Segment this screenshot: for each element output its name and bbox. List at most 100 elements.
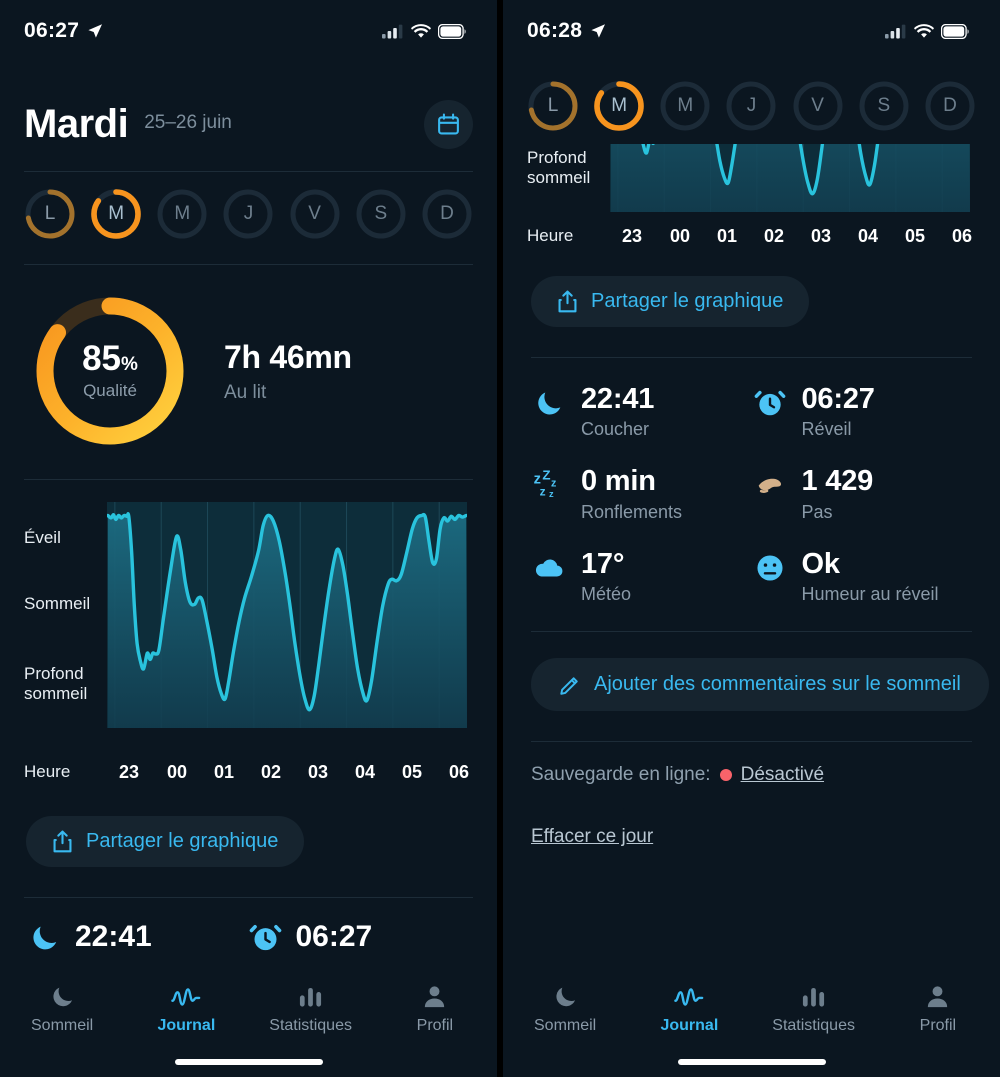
day-label: D	[943, 95, 957, 116]
quality-percent: 85%	[82, 339, 138, 378]
y-axis-label-sommeil: Sommeil	[24, 594, 91, 613]
sleep-chart: Éveil Sommeil Profond sommeil Heure 23 00…	[0, 480, 497, 790]
waveform-icon	[171, 988, 201, 1006]
day-label: M	[611, 95, 628, 116]
tab-label: Statistiques	[269, 1017, 352, 1034]
day-item-m-selected[interactable]: M	[593, 80, 645, 132]
stats-grid: 22:41 Coucher 06:27 Réveil z Z z z z 0 m…	[503, 358, 1000, 605]
status-bar: 06:28	[503, 0, 1000, 62]
tab-journal[interactable]: Journal	[627, 983, 751, 1035]
stat-text: 0 min Ronflements	[581, 466, 682, 522]
tab-sommeil[interactable]: Sommeil	[503, 983, 627, 1035]
share-icon	[53, 830, 72, 853]
day-label: S	[374, 203, 388, 224]
add-comments-label: Ajouter des commentaires sur le sommeil	[594, 673, 961, 696]
x-tick: 03	[307, 762, 329, 782]
tab-statistiques[interactable]: Statistiques	[249, 983, 373, 1035]
erase-day-link[interactable]: Effacer ce jour	[503, 786, 1000, 848]
day-item-s[interactable]: S	[858, 80, 910, 132]
sleep-chart-plot[interactable]	[107, 502, 467, 728]
right-screen: 06:28 L M M J V S D Profond sommeil Heur…	[503, 0, 1000, 1077]
day-label: V	[811, 95, 824, 116]
share-chart-label: Partager le graphique	[591, 290, 784, 312]
tab-sommeil[interactable]: Sommeil	[0, 983, 124, 1035]
day-item-s[interactable]: S	[355, 188, 407, 240]
x-tick: 05	[904, 226, 926, 246]
calendar-icon	[438, 113, 459, 135]
x-tick: 05	[401, 762, 423, 782]
day-item-v[interactable]: V	[792, 80, 844, 132]
x-tick: 23	[118, 762, 140, 782]
mini-summary: 22:41 06:27	[0, 898, 497, 954]
day-label: M	[108, 203, 125, 224]
mini-waketime-value: 06:27	[295, 920, 373, 953]
sleep-chart-svg	[610, 0, 970, 212]
neutral-face-icon	[756, 555, 783, 581]
status-bar-time: 06:27	[24, 19, 80, 42]
stats-row: z Z z z z 0 min Ronflements 1 429 Pas	[531, 466, 972, 522]
day-item-j[interactable]: J	[725, 80, 777, 132]
x-tick: 02	[763, 226, 785, 246]
wifi-icon	[411, 23, 431, 38]
share-chart-button[interactable]: Partager le graphique	[531, 276, 810, 327]
online-backup-status[interactable]: Désactivé	[741, 764, 824, 786]
y-axis-label-eveil: Éveil	[24, 528, 61, 547]
bar-chart-icon	[300, 987, 322, 1007]
stat-label: Humeur au réveil	[801, 584, 939, 605]
status-bar: 06:27	[0, 0, 497, 62]
stat-ronflements: z Z z z z 0 min Ronflements	[531, 466, 752, 522]
person-icon	[425, 986, 445, 1008]
tab-journal[interactable]: Journal	[124, 983, 248, 1035]
quality-summary: 85% Qualité 7h 46mn Au lit	[0, 265, 497, 451]
day-item-v[interactable]: V	[289, 188, 341, 240]
moon-icon	[53, 987, 72, 1007]
share-chart-button[interactable]: Partager le graphique	[26, 816, 305, 867]
day-item-m-selected[interactable]: M	[90, 188, 142, 240]
stat-coucher: 22:41 Coucher	[531, 384, 752, 440]
day-item-j[interactable]: J	[222, 188, 274, 240]
day-item-d[interactable]: D	[924, 80, 976, 132]
home-indicator[interactable]	[677, 1059, 826, 1065]
cellular-signal-icon	[382, 24, 403, 38]
day-item-d[interactable]: D	[421, 188, 473, 240]
location-arrow-icon	[88, 24, 103, 38]
share-chart-label: Partager le graphique	[86, 830, 279, 852]
x-tick: 01	[716, 226, 738, 246]
tab-profil[interactable]: Profil	[876, 983, 1000, 1035]
home-indicator[interactable]	[174, 1059, 323, 1065]
x-tick: 03	[810, 226, 832, 246]
tab-bar: Sommeil Journal Statistiques Profil	[0, 969, 497, 1077]
status-bar-time-group: 06:28	[527, 19, 606, 43]
stat-label: Pas	[801, 501, 833, 522]
stat-icon-wrap	[752, 549, 788, 605]
tab-label: Sommeil	[534, 1017, 597, 1034]
stat-label: Coucher	[581, 419, 650, 440]
sleep-duration-label: Au lit	[224, 381, 267, 403]
tab-profil[interactable]: Profil	[373, 983, 497, 1035]
tab-statistiques[interactable]: Statistiques	[752, 983, 876, 1035]
person-icon	[928, 986, 948, 1008]
status-bar-indicators	[885, 23, 970, 39]
tab-label: Profil	[416, 1017, 454, 1034]
stat-label: Réveil	[801, 419, 852, 440]
day-item-l[interactable]: L	[527, 80, 579, 132]
moon-icon	[556, 987, 575, 1007]
mini-bedtime: 22:41	[28, 920, 249, 954]
day-item-m[interactable]: M	[659, 80, 711, 132]
waveform-icon	[674, 988, 704, 1006]
footprint-icon	[758, 479, 781, 494]
day-label: J	[243, 203, 254, 224]
day-item-l[interactable]: L	[24, 188, 76, 240]
calendar-button[interactable]	[424, 100, 473, 149]
stat-icon-wrap	[531, 384, 567, 440]
stat-icon-wrap	[752, 384, 788, 440]
add-comments-button[interactable]: Ajouter des commentaires sur le sommeil	[531, 658, 989, 712]
x-tick: 23	[621, 226, 643, 246]
left-screen: 06:27 Mardi 25–26 juin L M M J V S D 85%…	[0, 0, 497, 1077]
quality-ring-center: 85% Qualité	[30, 291, 190, 451]
stats-row: 22:41 Coucher 06:27 Réveil	[531, 384, 972, 440]
sleep-chart-plot[interactable]	[610, 0, 970, 212]
day-item-m[interactable]: M	[156, 188, 208, 240]
stats-row: 17° Météo Ok Humeur au réveil	[531, 548, 972, 605]
x-tick: 00	[669, 226, 691, 246]
